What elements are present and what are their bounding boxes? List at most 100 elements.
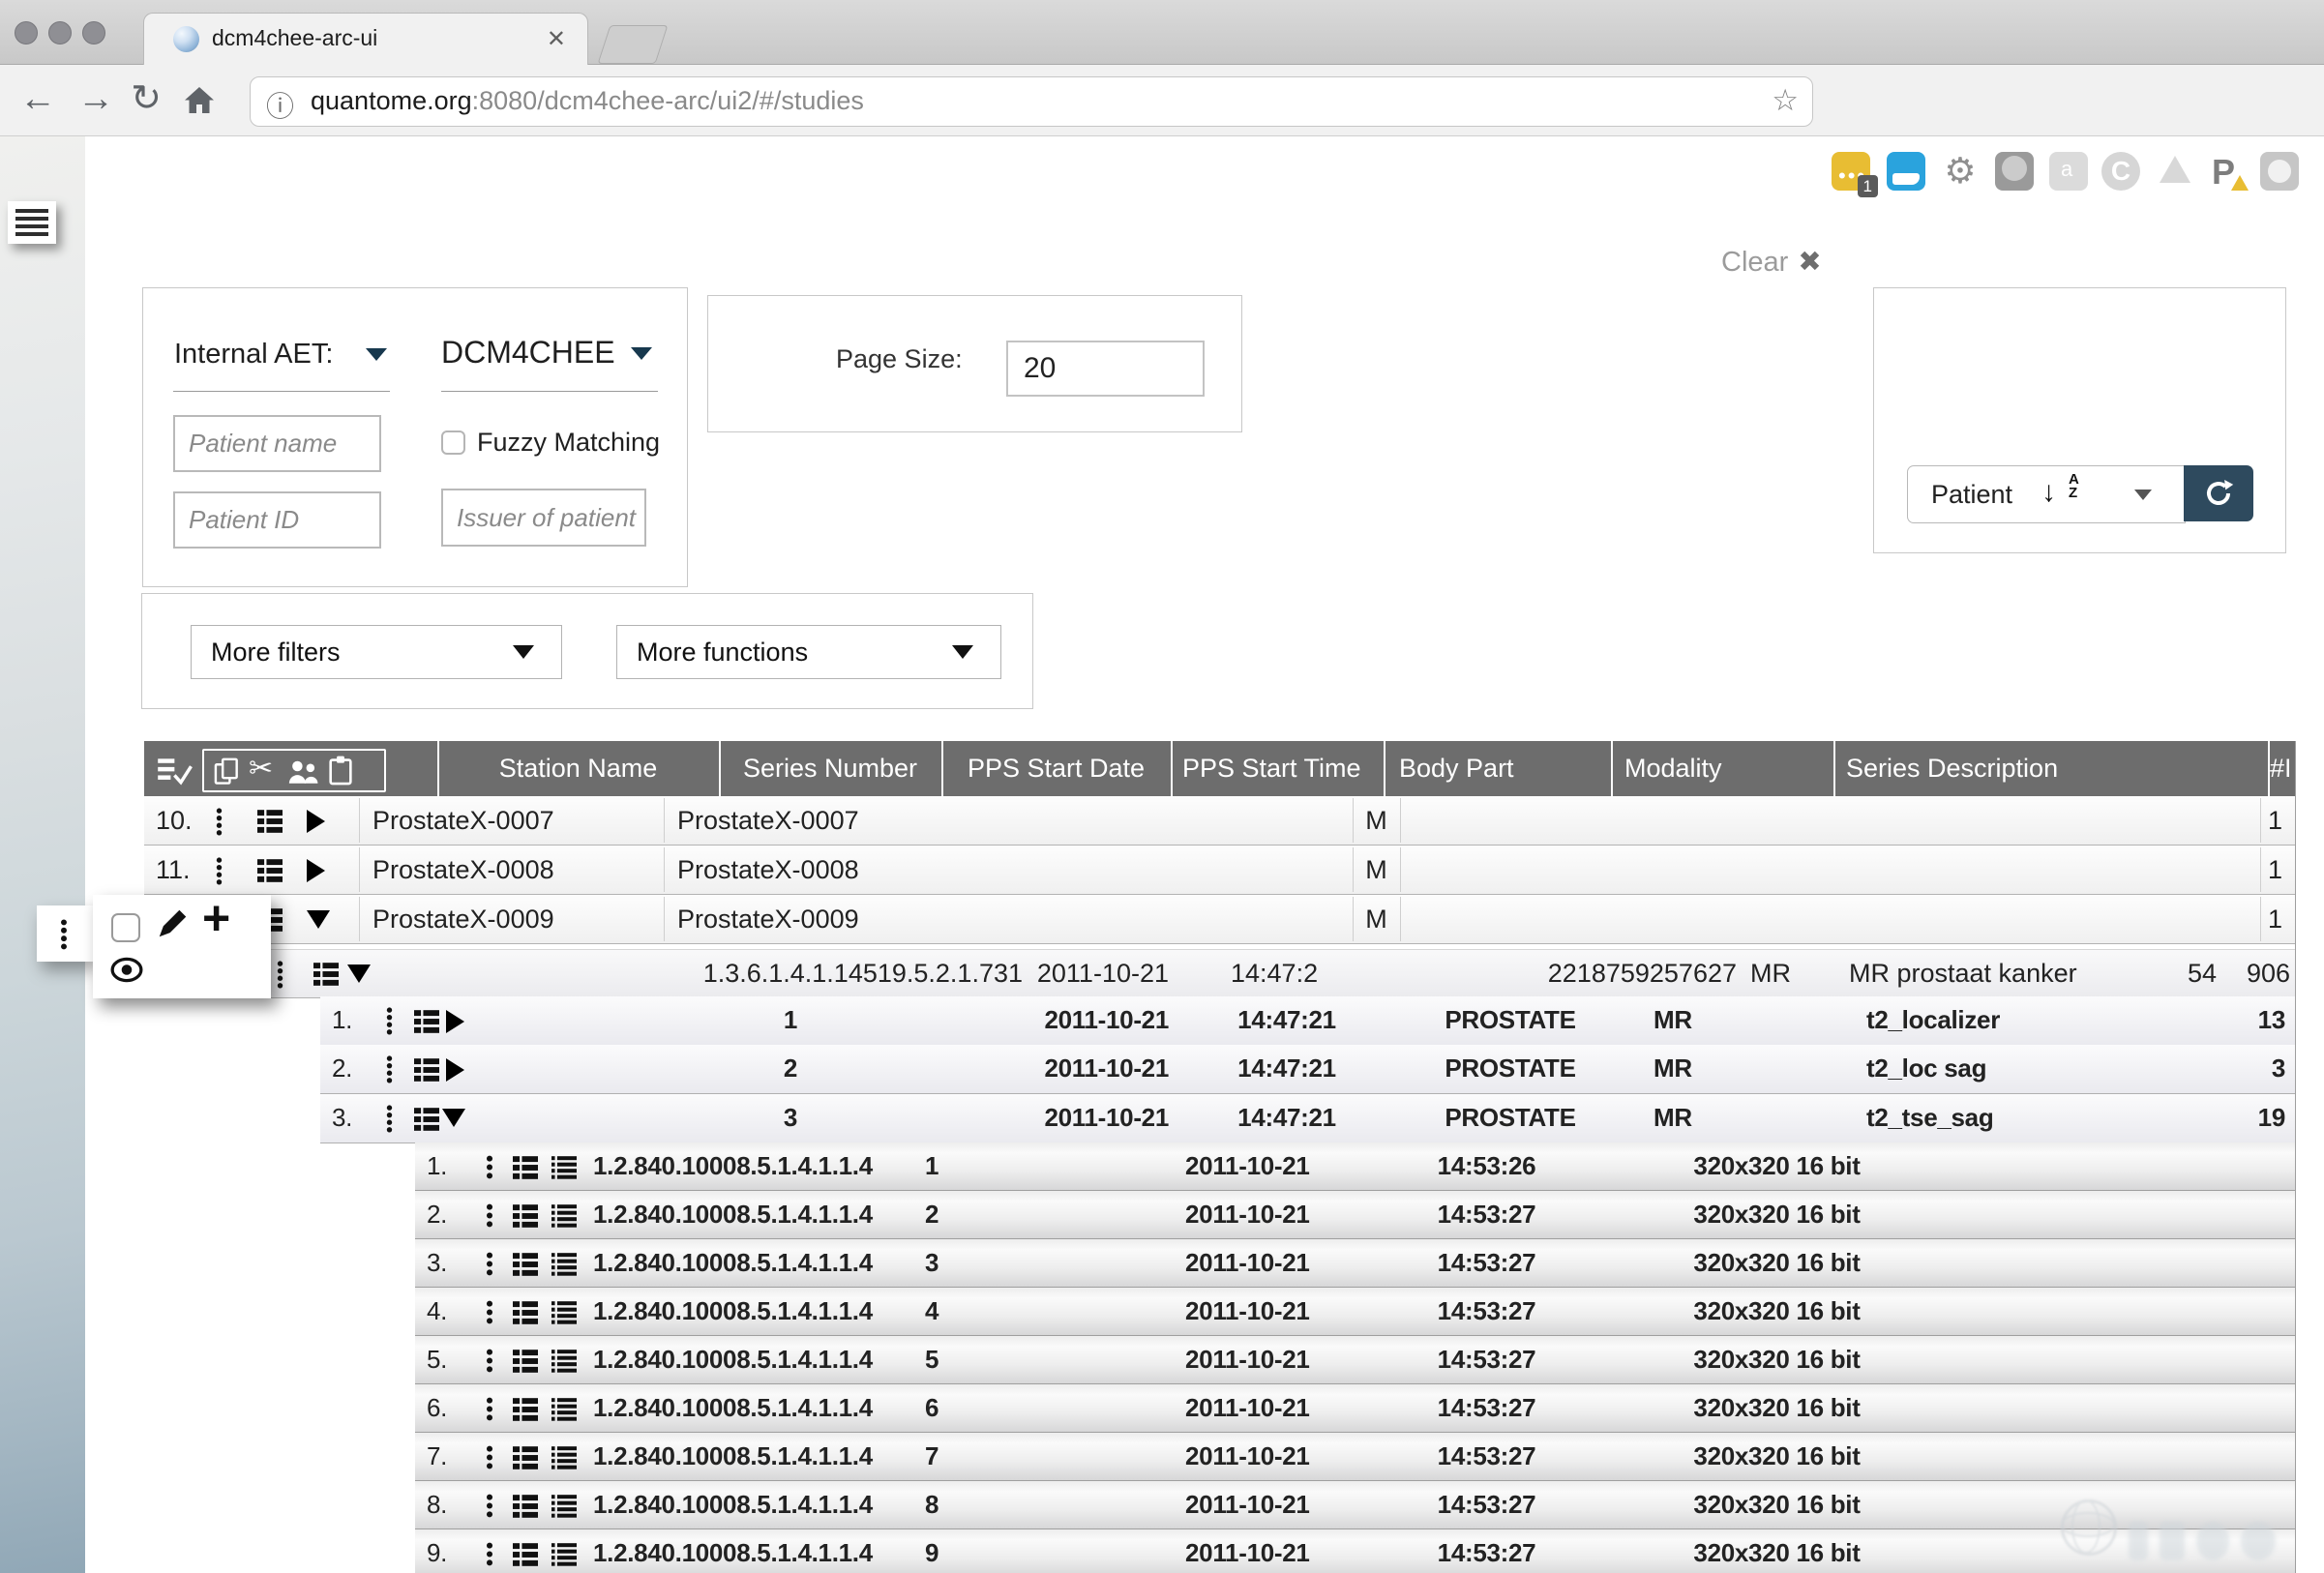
instance-attrs-icon[interactable] (508, 1445, 543, 1470)
view-eye-icon[interactable] (110, 957, 143, 983)
instance-file-list-icon[interactable] (547, 1445, 581, 1470)
fuzzy-matching-checkbox[interactable]: Fuzzy Matching (441, 428, 660, 458)
window-minimize-button[interactable] (48, 21, 72, 45)
row-menu-dots-icon[interactable] (486, 1155, 493, 1179)
instance-file-list-icon[interactable] (547, 1542, 581, 1567)
instance-file-list-icon[interactable] (547, 1397, 581, 1422)
c-extension-icon[interactable]: C (2101, 152, 2140, 191)
col-series-number[interactable]: Series Number (719, 741, 941, 796)
instance-attrs-icon[interactable] (508, 1300, 543, 1325)
select-list-check-icon[interactable] (158, 757, 193, 786)
add-plus-icon[interactable]: + (202, 890, 230, 946)
study-attrs-icon[interactable] (309, 962, 343, 987)
internal-aet-dropdown[interactable]: Internal AET: (174, 339, 333, 371)
instance-attrs-icon[interactable] (508, 1155, 543, 1180)
row-menu-dots-icon[interactable] (386, 1007, 393, 1035)
paste-clipboard-icon[interactable] (328, 756, 353, 786)
instance-row[interactable]: 4. 1.2.840.10008.5.1.4.1.1.4 4 2011-10-2… (415, 1288, 2295, 1336)
more-filters-select[interactable]: More filters (191, 625, 562, 679)
row-menu-dots-icon[interactable] (486, 1445, 493, 1469)
chat-extension-icon[interactable]: a (2049, 152, 2088, 191)
expand-row-icon[interactable] (307, 810, 325, 833)
instance-attrs-icon[interactable] (508, 1252, 543, 1277)
study-row[interactable]: 1.3.6.1.4.1.14519.5.2.1.731 2011-10-21 1… (173, 949, 2295, 998)
patient-id-input[interactable] (173, 491, 381, 549)
patient-attrs-icon[interactable] (253, 809, 287, 834)
row-menu-dots-icon[interactable] (277, 961, 283, 989)
instance-file-list-icon[interactable] (547, 1349, 581, 1374)
instance-row[interactable]: 6. 1.2.840.10008.5.1.4.1.1.4 6 2011-10-2… (415, 1384, 2295, 1433)
copy-icon[interactable] (214, 757, 241, 786)
series-row-expanded[interactable]: 3. 3 2011-10-21 14:47:21 PROSTATE MR t2_… (320, 1094, 2295, 1143)
checkbox-icon[interactable] (441, 430, 465, 455)
row-menu-dots-icon[interactable] (216, 808, 223, 836)
col-series-description[interactable]: Series Description (1846, 741, 2058, 796)
row-menu-dots-icon[interactable] (486, 1300, 493, 1324)
row-menu-dots-icon[interactable] (486, 1494, 493, 1518)
page-size-input[interactable] (1006, 341, 1205, 397)
row-menu-dots-icon[interactable] (486, 1203, 493, 1228)
tab-close-icon[interactable]: ✕ (547, 25, 566, 53)
menu-hamburger-button[interactable] (8, 201, 56, 244)
instance-row[interactable]: 9. 1.2.840.10008.5.1.4.1.1.4 9 2011-10-2… (415, 1529, 2295, 1573)
row-menu-dots-icon[interactable] (386, 1105, 393, 1133)
p-warning-extension-icon[interactable]: P (2208, 152, 2247, 191)
row-menu-dots-icon[interactable] (216, 857, 223, 885)
issuer-of-patient-input[interactable] (441, 489, 646, 547)
col-instance-count[interactable]: #I (2270, 741, 2292, 796)
expand-series-icon[interactable] (446, 1058, 464, 1082)
select-row-checkbox[interactable] (111, 913, 140, 942)
col-station-name[interactable]: Station Name (437, 741, 719, 796)
patient-row[interactable]: 10. ProstateX-0007 ProstateX-0007 M 1 (144, 796, 2295, 846)
collapse-study-icon[interactable] (347, 965, 371, 983)
col-modality[interactable]: Modality (1624, 741, 1722, 796)
series-attrs-icon[interactable] (409, 1057, 444, 1083)
home-button[interactable] (182, 84, 217, 116)
col-body-part[interactable]: Body Part (1399, 741, 1514, 796)
instance-file-list-icon[interactable] (547, 1252, 581, 1277)
cut-scissors-icon[interactable]: ✂ (249, 752, 273, 786)
series-row[interactable]: 2. 2 2011-10-21 14:47:21 PROSTATE MR t2_… (320, 1045, 2295, 1094)
password-manager-extension-icon[interactable]: ••• 1 (1832, 152, 1870, 191)
row-menu-dots-icon[interactable] (486, 1252, 493, 1276)
instance-row[interactable]: 1. 1.2.840.10008.5.1.4.1.1.4 1 2011-10-2… (415, 1143, 2295, 1191)
instance-file-list-icon[interactable] (547, 1494, 581, 1519)
instance-row[interactable]: 8. 1.2.840.10008.5.1.4.1.1.4 8 2011-10-2… (415, 1481, 2295, 1529)
instance-file-list-icon[interactable] (547, 1155, 581, 1180)
row-menu-dots-icon[interactable] (486, 1349, 493, 1373)
instance-attrs-icon[interactable] (508, 1494, 543, 1519)
instance-attrs-icon[interactable] (508, 1397, 543, 1422)
persona-extension-icon[interactable] (2260, 152, 2299, 191)
row-actions-popup-handle[interactable] (37, 905, 93, 962)
col-pps-start-time[interactable]: PPS Start Time (1182, 741, 1361, 796)
col-pps-start-date[interactable]: PPS Start Date (941, 741, 1171, 796)
collapse-row-icon[interactable] (307, 910, 330, 929)
instance-attrs-icon[interactable] (508, 1542, 543, 1567)
expand-row-icon[interactable] (307, 859, 325, 882)
series-attrs-icon[interactable] (409, 1009, 444, 1034)
edit-pencil-icon[interactable] (157, 907, 189, 939)
clear-filters-button[interactable]: Clear✖ (1721, 245, 1822, 279)
expand-series-icon[interactable] (446, 1010, 464, 1033)
address-bar[interactable]: ⓘ quantome.org:8080/dcm4chee-arc/ui2/#/s… (250, 76, 1813, 127)
patient-attrs-icon[interactable] (253, 858, 287, 883)
instance-row[interactable]: 7. 1.2.840.10008.5.1.4.1.1.4 7 2011-10-2… (415, 1433, 2295, 1481)
order-by-select[interactable]: Patient ↓ AZ (1907, 465, 2186, 523)
row-menu-dots-icon[interactable] (386, 1055, 393, 1083)
patient-row-expanded[interactable]: ProstateX-0009 ProstateX-0009 M 1 (144, 895, 2295, 944)
instance-row[interactable]: 5. 1.2.840.10008.5.1.4.1.1.4 5 2011-10-2… (415, 1336, 2295, 1384)
window-close-button[interactable] (15, 21, 38, 45)
new-tab-button[interactable] (598, 25, 669, 64)
instance-attrs-icon[interactable] (508, 1349, 543, 1374)
drive-extension-icon[interactable] (2156, 152, 2194, 191)
screenshot-extension-icon[interactable] (1887, 152, 1925, 191)
patient-name-input[interactable] (173, 415, 381, 472)
back-button[interactable]: ← (12, 65, 64, 135)
forward-button[interactable]: → (70, 65, 122, 135)
collapse-series-icon[interactable] (442, 1109, 465, 1127)
refresh-button[interactable] (2184, 465, 2253, 521)
more-functions-select[interactable]: More functions (616, 625, 1001, 679)
aet-select[interactable]: DCM4CHEE (441, 335, 615, 371)
series-attrs-icon[interactable] (409, 1107, 444, 1132)
settings-gear-extension-icon[interactable]: ⚙ (1941, 152, 1980, 191)
